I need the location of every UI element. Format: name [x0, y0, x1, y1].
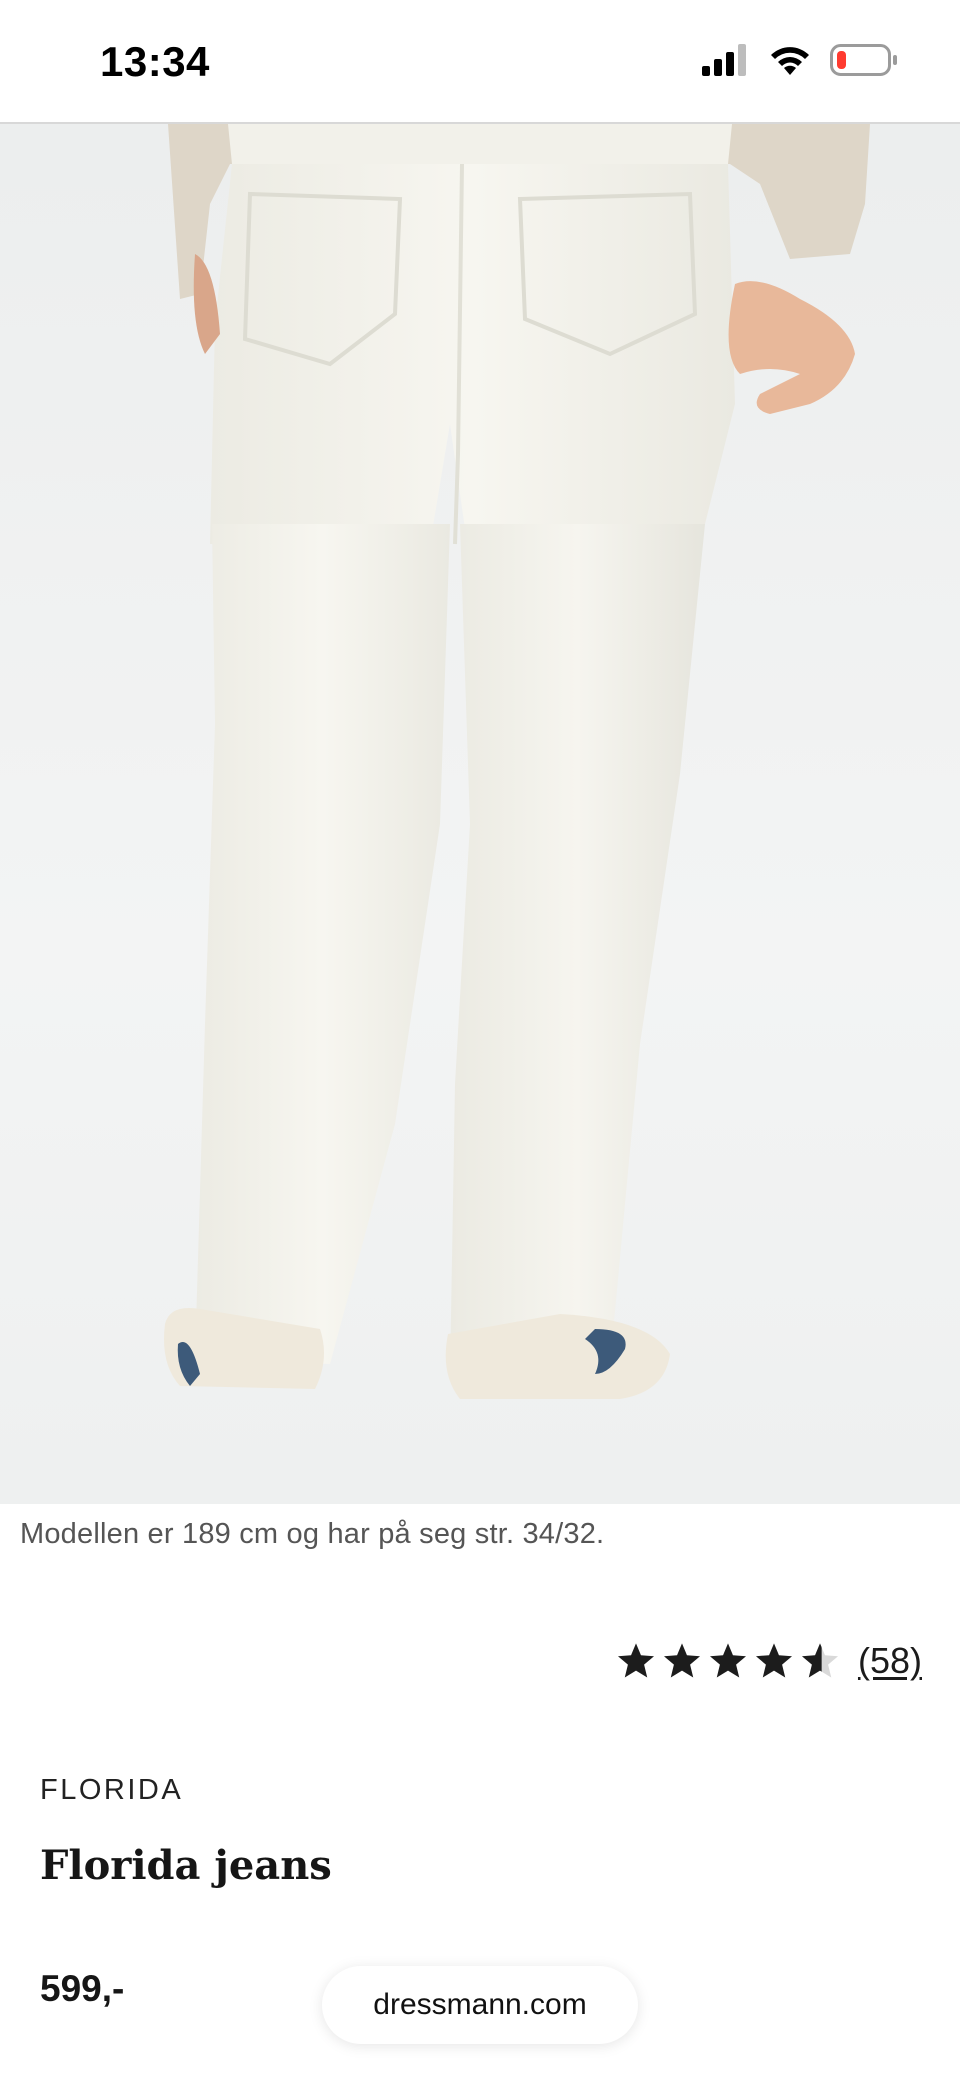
- product-brand: FLORIDA: [40, 1774, 184, 1806]
- status-time: 13:34: [100, 38, 210, 85]
- status-bar: 13:34: [0, 0, 960, 124]
- product-image[interactable]: [0, 124, 960, 1504]
- product-price: 599,-: [40, 1968, 125, 2009]
- status-icons: [702, 44, 898, 76]
- battery-low-icon: [830, 44, 897, 76]
- model-caption: Modellen er 189 cm og har på seg str. 34…: [20, 1518, 605, 1550]
- product-title: Florida jeans: [40, 1842, 332, 1889]
- jeans-photo: [164, 124, 870, 1399]
- star-full-icon: [709, 1643, 746, 1678]
- star-full-icon: [617, 1643, 654, 1678]
- rating-stars: [616, 1642, 840, 1680]
- url-text: dressmann.com: [373, 1988, 587, 2021]
- star-half-icon: [801, 1643, 838, 1678]
- star-full-icon: [663, 1643, 700, 1678]
- browser-url-bar[interactable]: dressmann.com: [322, 1966, 638, 2044]
- review-count-link[interactable]: (58): [858, 1640, 922, 1682]
- product-rating[interactable]: (58): [616, 1640, 922, 1682]
- cellular-signal-icon: [702, 44, 746, 76]
- wifi-icon: [771, 47, 809, 75]
- star-full-icon: [755, 1643, 792, 1678]
